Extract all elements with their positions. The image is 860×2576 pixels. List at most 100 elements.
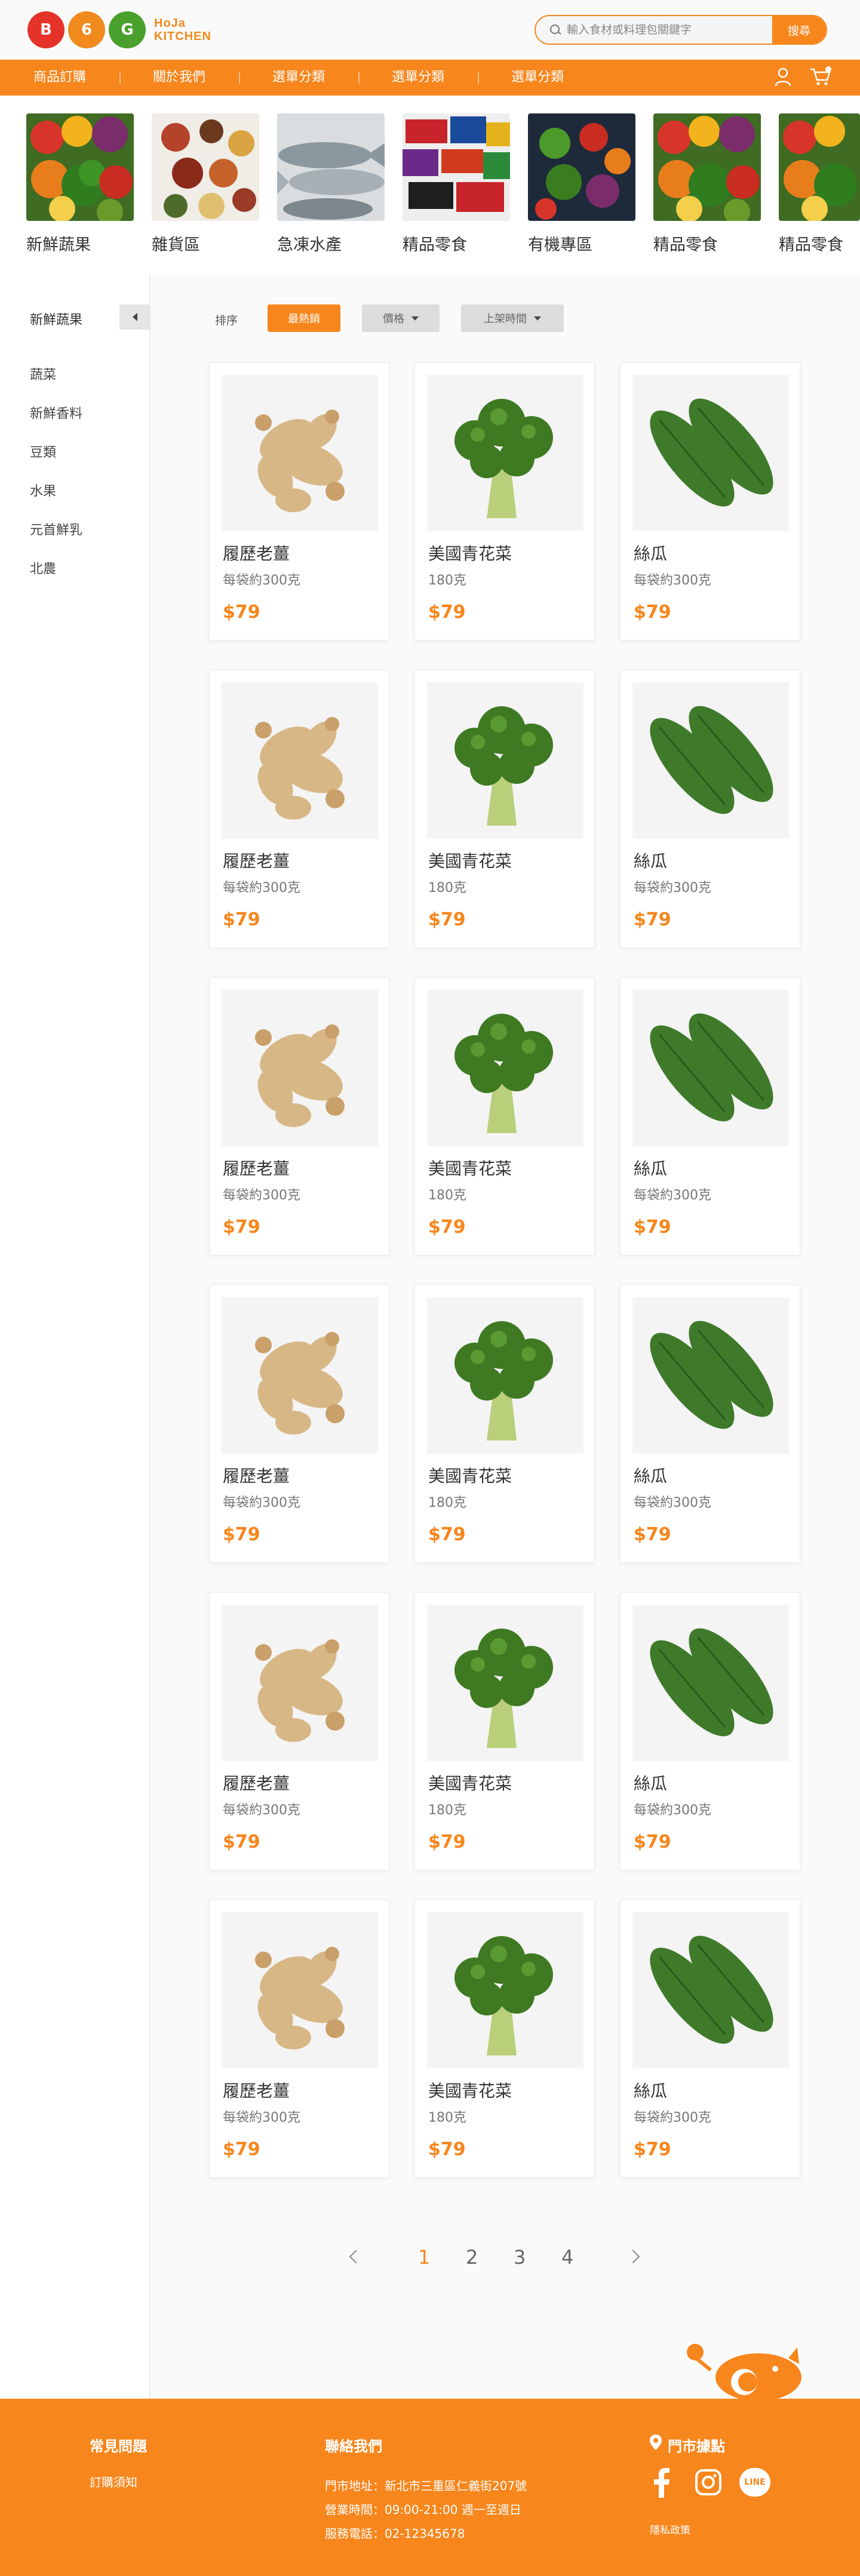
sort-option-label: 價格	[383, 313, 404, 325]
category-card[interactable]: 精品零食	[403, 113, 510, 255]
vegetables-photo	[653, 113, 761, 221]
category-card[interactable]: 有機專區	[528, 113, 635, 255]
product-card[interactable]: 美國青花菜 180克 $79	[414, 977, 595, 1255]
search-input[interactable]	[562, 16, 772, 44]
line-icon[interactable]: LINE	[739, 2468, 770, 2497]
sidebar-title: 新鮮蔬果	[30, 313, 83, 328]
facebook-icon[interactable]	[653, 2468, 670, 2498]
broccoli-photo	[427, 990, 583, 1146]
site-footer: 常見問題 訂購須知 聯絡我們 門市地址：新北市三重區仁義街207號 營業時間：0…	[0, 2399, 860, 2576]
product-card[interactable]: 履歷老薑 每袋約300克 $79	[209, 977, 389, 1255]
vegetables-photo	[779, 113, 860, 221]
page-1[interactable]: 1	[418, 2246, 430, 2269]
product-price: $79	[223, 1524, 260, 1545]
category-card[interactable]: 急凍水產	[277, 113, 385, 255]
category-card[interactable]: 精品零食	[653, 113, 761, 255]
sidebar-item-vegetables[interactable]: 蔬菜	[30, 364, 56, 383]
product-name: 履歷老薑	[223, 851, 290, 871]
search-bar: 搜尋	[535, 15, 827, 45]
sidebar-item-herbs[interactable]: 新鮮香料	[30, 403, 82, 422]
product-card[interactable]: 美國青花菜 180克 $79	[414, 1285, 595, 1563]
ginger-photo	[222, 1912, 378, 2069]
nav-item-about[interactable]: 關於我們	[136, 60, 222, 96]
privacy-link[interactable]: 隱私政策	[650, 2522, 690, 2537]
product-weight: 每袋約300克	[223, 1803, 300, 1818]
loofah-photo	[632, 1912, 789, 2069]
nav-item-menu-2[interactable]: 選單分類	[375, 60, 461, 96]
snacks-photo	[403, 113, 510, 221]
nav-item-order[interactable]: 商品訂購	[17, 60, 103, 96]
product-card[interactable]: 美國青花菜 180克 $79	[414, 1592, 595, 1870]
product-card[interactable]: 美國青花菜 180克 $79	[414, 362, 595, 641]
product-card[interactable]: 絲瓜 每袋約300克 $79	[620, 1900, 800, 2178]
product-weight: 每袋約300克	[223, 2110, 300, 2125]
nav-item-menu-3[interactable]: 選單分類	[494, 60, 580, 96]
loofah-photo	[632, 682, 789, 839]
page-2[interactable]: 2	[466, 2246, 478, 2269]
category-label: 精品零食	[779, 236, 843, 254]
nav-divider	[239, 72, 240, 84]
product-weight: 180克	[428, 1495, 466, 1510]
product-card[interactable]: 絲瓜 每袋約300克 $79	[620, 977, 800, 1255]
order-notice-link[interactable]: 訂購須知	[90, 2473, 137, 2490]
ginger-photo	[222, 1605, 378, 1761]
product-card[interactable]: 履歷老薑 每袋約300克 $79	[209, 670, 389, 948]
sidebar-collapse-button[interactable]	[119, 304, 150, 330]
broccoli-photo	[427, 1605, 583, 1761]
category-sidebar: 新鮮蔬果 蔬菜 新鮮香料 豆類 水果 元首鮮乳 北農	[0, 275, 150, 2399]
main-nav: 商品訂購 關於我們 選單分類 選單分類 選單分類	[0, 60, 860, 96]
product-weight: 180克	[428, 1188, 466, 1203]
product-price: $79	[634, 2139, 671, 2160]
search-button[interactable]: 搜尋	[772, 16, 826, 44]
sort-option-label: 最熱銷	[288, 313, 320, 325]
product-price: $79	[428, 909, 466, 930]
product-card[interactable]: 履歷老薑 每袋約300克 $79	[209, 362, 389, 641]
product-weight: 每袋約300克	[634, 573, 711, 588]
faq-heading: 常見問題	[90, 2438, 147, 2455]
broccoli-photo	[427, 375, 583, 531]
search-icon	[549, 23, 562, 36]
product-card[interactable]: 美國青花菜 180克 $79	[414, 1900, 595, 2178]
page-4[interactable]: 4	[561, 2246, 573, 2269]
product-card[interactable]: 履歷老薑 每袋約300克 $79	[209, 1592, 389, 1870]
stores-heading[interactable]: 門市據點	[668, 2435, 725, 2455]
category-card[interactable]: 雜貨區	[152, 113, 259, 255]
product-card[interactable]: 絲瓜 每袋約300克 $79	[620, 1285, 800, 1563]
category-label: 精品零食	[653, 236, 718, 254]
sort-label: 排序	[215, 314, 238, 327]
product-price: $79	[428, 2139, 466, 2160]
sidebar-item-beans[interactable]: 豆類	[30, 442, 56, 461]
sort-date-button[interactable]: 上架時間	[461, 304, 564, 332]
site-logo[interactable]: B 6 G HoJa KITCHEN	[27, 11, 211, 49]
product-weight: 每袋約300克	[634, 1495, 711, 1510]
product-card[interactable]: 履歷老薑 每袋約300克 $79	[209, 1900, 389, 2178]
page-3[interactable]: 3	[514, 2246, 526, 2269]
sort-price-button[interactable]: 價格	[362, 304, 440, 332]
product-weight: 每袋約300克	[634, 881, 711, 895]
sidebar-item-milk[interactable]: 元首鮮乳	[30, 519, 82, 538]
sidebar-item-farmers[interactable]: 北農	[30, 558, 56, 577]
logo-disc-orange: 6	[68, 11, 105, 48]
nav-item-menu-1[interactable]: 選單分類	[256, 60, 342, 96]
product-card[interactable]: 美國青花菜 180克 $79	[414, 670, 595, 948]
product-card[interactable]: 絲瓜 每袋約300克 $79	[620, 362, 800, 641]
category-card[interactable]: 新鮮蔬果	[26, 113, 134, 255]
loofah-photo	[632, 1297, 789, 1454]
user-icon[interactable]	[774, 67, 792, 87]
instagram-icon[interactable]	[695, 2469, 721, 2495]
location-pin-icon	[650, 2435, 662, 2450]
product-card[interactable]: 履歷老薑 每袋約300克 $79	[209, 1285, 389, 1563]
prev-page-icon[interactable]	[349, 2249, 363, 2264]
product-weight: 180克	[428, 1803, 466, 1818]
product-name: 絲瓜	[634, 851, 668, 871]
brand-line-1: HoJa	[154, 17, 186, 30]
sidebar-item-fruit[interactable]: 水果	[30, 481, 56, 500]
sort-bestseller-button[interactable]: 最熱銷	[268, 304, 340, 332]
product-card[interactable]: 絲瓜 每袋約300克 $79	[620, 1592, 800, 1870]
next-page-icon[interactable]	[626, 2249, 640, 2264]
ginger-photo	[222, 682, 378, 839]
category-card[interactable]: 精品零食	[779, 113, 860, 255]
cart-icon[interactable]	[809, 66, 832, 87]
product-card[interactable]: 絲瓜 每袋約300克 $79	[620, 670, 800, 948]
logo-disc-red: B	[27, 11, 64, 48]
